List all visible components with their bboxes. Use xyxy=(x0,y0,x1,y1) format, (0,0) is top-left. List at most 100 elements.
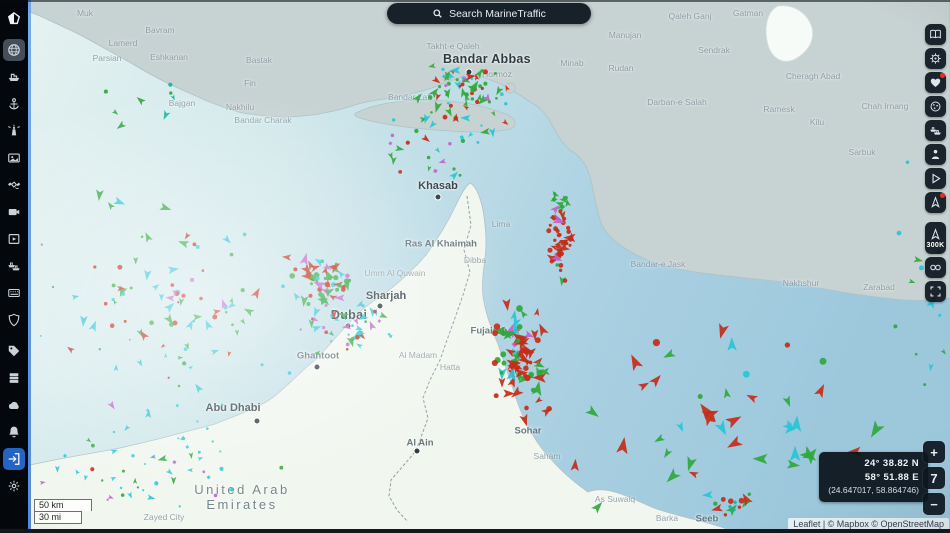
vessel-marker-cyan[interactable] xyxy=(110,475,117,482)
vessel-marker-cyan[interactable] xyxy=(219,466,224,471)
vessel-marker-red[interactable] xyxy=(448,103,453,108)
vessel-marker-magenta[interactable] xyxy=(202,470,206,474)
vessel-marker-green[interactable] xyxy=(142,231,153,243)
vessel-marker-cyan[interactable] xyxy=(460,114,471,122)
vessel-marker-teal[interactable] xyxy=(168,82,173,87)
vessel-marker-cyan[interactable] xyxy=(63,454,67,458)
vessel-marker-green[interactable] xyxy=(177,238,190,249)
vessel-marker-red[interactable] xyxy=(340,287,346,292)
vessel-marker-cyan[interactable] xyxy=(206,427,209,430)
vessel-marker-green[interactable] xyxy=(91,443,95,448)
vessel-marker-cyan[interactable] xyxy=(329,339,333,343)
fullscreen-button[interactable] xyxy=(925,281,946,302)
vessel-marker-green[interactable] xyxy=(747,492,752,496)
vessel-marker-cyan[interactable] xyxy=(287,371,292,375)
vessel-marker-green[interactable] xyxy=(663,468,681,486)
vessel-marker-red[interactable] xyxy=(566,225,571,230)
vessel-marker-red[interactable] xyxy=(475,99,480,105)
vessel-marker-green[interactable] xyxy=(394,144,405,153)
vessel-marker-magenta[interactable] xyxy=(388,141,393,146)
vessel-marker-green[interactable] xyxy=(313,350,321,356)
vessel-marker-green[interactable] xyxy=(470,97,475,101)
vessel-marker-green[interactable] xyxy=(51,285,55,289)
vessel-marker-magenta[interactable] xyxy=(213,493,218,498)
vessel-marker-green[interactable] xyxy=(279,465,284,470)
zoom-out-button[interactable]: − xyxy=(923,493,945,515)
vessel-marker-magenta[interactable] xyxy=(324,303,328,308)
vessel-marker-cyan[interactable] xyxy=(742,370,750,378)
vessel-marker-red[interactable] xyxy=(308,293,313,298)
vessel-marker-green[interactable] xyxy=(327,275,333,281)
vessel-marker-cyan[interactable] xyxy=(905,160,910,165)
vessel-marker-green[interactable] xyxy=(98,348,101,351)
vessel-marker-cyan[interactable] xyxy=(222,234,233,246)
vessel-marker-green[interactable] xyxy=(132,477,138,484)
vessel-marker-red[interactable] xyxy=(547,247,553,253)
vessel-marker-red[interactable] xyxy=(103,301,108,306)
vessel-marker-red[interactable] xyxy=(523,365,529,371)
vessel-marker-magenta[interactable] xyxy=(345,273,350,279)
vessel-marker-green[interactable] xyxy=(500,351,507,358)
vessel-marker-cyan[interactable] xyxy=(928,363,934,372)
vessel-names-button[interactable] xyxy=(925,192,946,213)
vessel-marker-green[interactable] xyxy=(378,311,389,321)
vessel-marker-red[interactable] xyxy=(167,376,170,379)
vessel-marker-green[interactable] xyxy=(591,499,605,514)
sidebar-port-cameras[interactable] xyxy=(3,201,25,223)
vessel-marker-green[interactable] xyxy=(483,81,488,86)
sidebar-satellite-tracking[interactable] xyxy=(3,174,25,196)
vessel-marker-green[interactable] xyxy=(819,357,827,365)
vessel-marker-red[interactable] xyxy=(553,238,557,243)
vessel-marker-cyan[interactable] xyxy=(158,293,165,302)
vessel-marker-cyan[interactable] xyxy=(151,282,161,291)
vessel-marker-red[interactable] xyxy=(90,467,95,472)
vessel-marker-red[interactable] xyxy=(562,278,568,283)
vessel-marker-green[interactable] xyxy=(323,286,336,297)
vessel-marker-green[interactable] xyxy=(103,89,108,94)
vessel-marker-green[interactable] xyxy=(516,324,523,330)
vessel-marker-red[interactable] xyxy=(652,338,661,347)
vessel-marker-green[interactable] xyxy=(177,355,184,360)
vessel-marker-red[interactable] xyxy=(723,513,728,517)
vessel-marker-red[interactable] xyxy=(737,505,742,509)
vessel-marker-green[interactable] xyxy=(111,283,116,288)
vessel-marker-magenta[interactable] xyxy=(341,323,352,330)
vessel-marker-red[interactable] xyxy=(558,268,563,272)
sidebar-photos[interactable] xyxy=(3,147,25,169)
vessel-marker-red[interactable] xyxy=(345,347,349,351)
vessel-marker-green[interactable] xyxy=(335,287,340,292)
vessel-marker-red[interactable] xyxy=(566,229,571,234)
vessel-marker-green[interactable] xyxy=(430,111,433,114)
vessel-marker-red[interactable] xyxy=(355,335,360,340)
vessel-marker-red[interactable] xyxy=(502,298,512,312)
vessel-marker-cyan[interactable] xyxy=(230,487,235,492)
vessel-marker-red[interactable] xyxy=(123,319,127,323)
vessel-marker-cyan[interactable] xyxy=(220,403,224,407)
vessel-marker-green[interactable] xyxy=(101,479,104,482)
vessel-marker-green[interactable] xyxy=(428,63,436,69)
my-location-button[interactable] xyxy=(925,144,946,165)
vessel-marker-red[interactable] xyxy=(553,226,559,232)
vessel-marker-cyan[interactable] xyxy=(79,315,88,327)
vessel-marker-cyan[interactable] xyxy=(355,300,366,309)
vessel-marker-green[interactable] xyxy=(85,437,93,443)
vessel-marker-green[interactable] xyxy=(446,81,451,86)
vessel-marker-red[interactable] xyxy=(524,405,529,411)
vessel-markers-layer[interactable] xyxy=(0,0,950,533)
vessel-marker-red[interactable] xyxy=(533,307,541,317)
vessel-marker-magenta[interactable] xyxy=(377,319,382,323)
vessel-marker-red[interactable] xyxy=(442,114,448,120)
vessel-marker-red[interactable] xyxy=(250,286,263,300)
vessel-marker-green[interactable] xyxy=(501,360,507,366)
vessel-marker-green[interactable] xyxy=(234,329,240,336)
vessel-marker-red[interactable] xyxy=(504,84,510,92)
vessel-marker-red[interactable] xyxy=(562,216,567,221)
vessel-marker-red[interactable] xyxy=(281,254,292,261)
vessel-marker-cyan[interactable] xyxy=(143,269,152,281)
vessel-marker-red[interactable] xyxy=(649,372,664,388)
vessel-marker-green[interactable] xyxy=(653,433,666,445)
vessel-marker-green[interactable] xyxy=(333,274,339,281)
vessel-marker-green[interactable] xyxy=(445,93,449,97)
vessel-marker-cyan[interactable] xyxy=(676,421,686,434)
vessel-marker-cyan[interactable] xyxy=(434,146,442,154)
